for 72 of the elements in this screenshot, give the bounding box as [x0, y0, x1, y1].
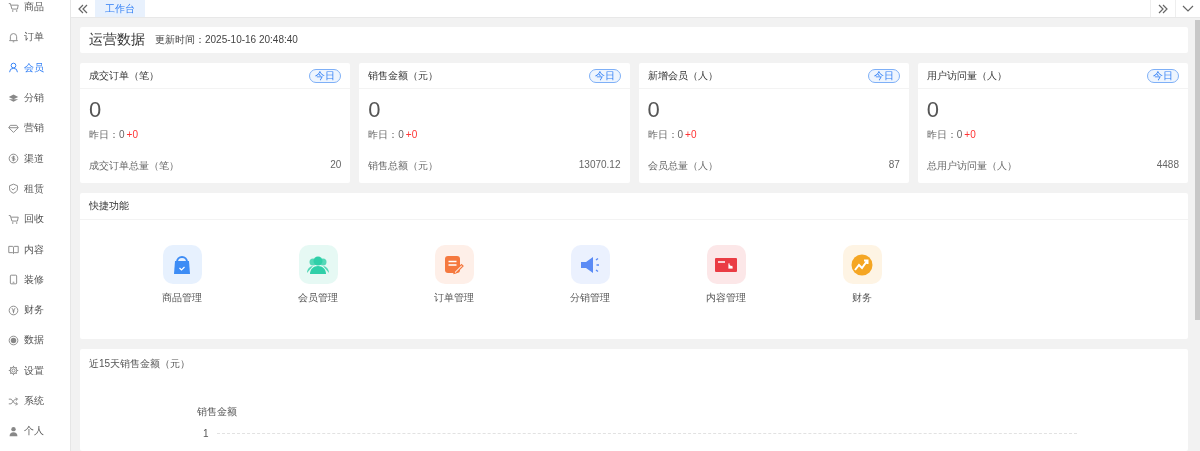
total-value: 20 — [330, 159, 342, 172]
shortcut-link[interactable]: 会员管理 — [250, 245, 386, 305]
stat-title: 新增会员（人） — [647, 68, 718, 83]
shield-check-icon — [8, 183, 19, 195]
stat-title: 销售金额（元） — [368, 68, 439, 83]
today-badge: 今日 — [867, 68, 900, 83]
tab[interactable]: 工作台 — [95, 0, 145, 17]
person-icon — [8, 425, 19, 437]
sidebar-item[interactable]: 内容 — [0, 234, 70, 265]
cart-icon — [8, 213, 19, 225]
shortcut-link[interactable]: 订单管理 — [386, 245, 522, 305]
today-badge: 今日 — [1147, 68, 1179, 83]
scrollbar[interactable] — [1195, 20, 1200, 320]
sidebar-item[interactable]: 系统 — [0, 385, 70, 417]
sidebar-item[interactable]: 回收 — [0, 204, 70, 235]
diamond-icon — [8, 122, 19, 134]
sidebar-item[interactable]: 订单 — [0, 22, 70, 53]
sidebar-item[interactable]: 商品 — [0, 0, 70, 23]
axis-tick: 1 — [203, 428, 210, 439]
change-value: +0 — [964, 129, 976, 140]
today-badge: 今日 — [309, 68, 342, 83]
total-label: 会员总量（人） — [647, 159, 718, 173]
yesterday-value: 昨日：0 — [368, 129, 404, 140]
cart-icon — [8, 1, 19, 13]
sidebar-item[interactable]: 财务 — [0, 294, 70, 326]
axis-label: 销售金额 — [197, 405, 238, 419]
shortcut-link[interactable]: 商品管理 — [114, 245, 250, 305]
sidebar-item[interactable]: 渠道 — [0, 143, 70, 174]
change-value: +0 — [685, 129, 697, 140]
book-icon — [8, 244, 19, 255]
sidebar-item[interactable]: 设置 — [0, 355, 70, 386]
stat-title: 用户访问量（人） — [926, 68, 1007, 83]
total-label: 销售总额（元） — [368, 159, 439, 173]
shortcut-link[interactable]: 分销管理 — [522, 245, 658, 305]
stat-title: 成交订单（笔） — [89, 68, 159, 83]
chart-title: 近15天销售金额（元） — [89, 357, 192, 371]
settings-icon — [8, 365, 19, 377]
disc-icon — [8, 334, 19, 346]
today-badge: 今日 — [588, 68, 621, 83]
bell-icon — [8, 31, 19, 43]
stat-value: 0 — [89, 97, 103, 123]
sidebar-item[interactable]: 营销 — [0, 113, 70, 144]
total-label: 成交订单总量（笔） — [89, 159, 179, 173]
shortcut-link[interactable]: 内容管理 — [658, 245, 794, 305]
user-icon — [8, 62, 19, 74]
update-time: 更新时间：2025-10-16 20:48:40 — [155, 33, 298, 47]
shuffle-icon — [8, 395, 19, 407]
sidebar-item[interactable]: 分销 — [0, 82, 70, 114]
section-title: 运营数据 — [89, 31, 145, 49]
sidebar-item[interactable]: 装修 — [0, 264, 70, 295]
total-value: 13070.12 — [578, 159, 621, 172]
stat-value: 0 — [647, 97, 661, 123]
sidebar-item[interactable]: 个人 — [0, 416, 70, 447]
tablet-icon — [8, 274, 19, 286]
sidebar-item[interactable]: 数据 — [0, 325, 70, 356]
total-value: 87 — [888, 159, 900, 172]
yesterday-value: 昨日：0 — [926, 129, 963, 140]
card-title: 快捷功能 — [80, 193, 1188, 220]
yesterday-value: 昨日：0 — [647, 129, 684, 140]
total-value: 4488 — [1156, 159, 1179, 172]
stat-value: 0 — [368, 97, 382, 123]
coin-icon — [8, 153, 19, 165]
shortcut-link[interactable]: 财务 — [794, 245, 930, 305]
layers-icon — [8, 92, 19, 104]
sidebar-item[interactable]: 会员 — [0, 52, 70, 83]
total-label: 总用户访问量（人） — [926, 159, 1017, 173]
yen-coin-icon — [8, 304, 19, 316]
stat-value: 0 — [926, 97, 940, 123]
change-value: +0 — [126, 129, 138, 140]
change-value: +0 — [405, 129, 418, 140]
sidebar-item[interactable]: 租赁 — [0, 173, 70, 205]
yesterday-value: 昨日：0 — [89, 129, 125, 140]
